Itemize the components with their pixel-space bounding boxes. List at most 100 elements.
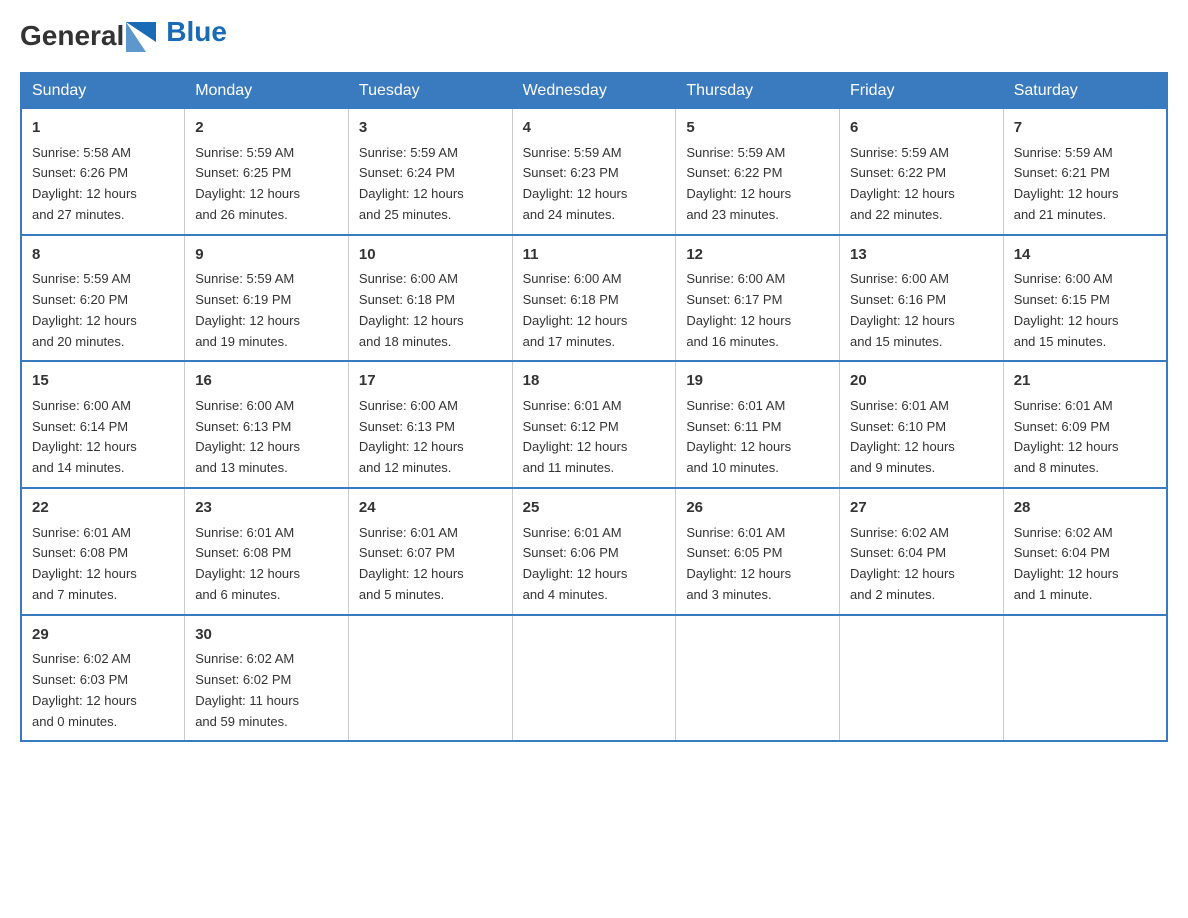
day-number: 5	[686, 117, 829, 140]
day-number: 29	[32, 624, 174, 647]
day-info: Sunrise: 6:01 AMSunset: 6:11 PMDaylight:…	[686, 398, 791, 475]
day-info: Sunrise: 6:00 AMSunset: 6:18 PMDaylight:…	[523, 271, 628, 348]
day-info: Sunrise: 6:01 AMSunset: 6:08 PMDaylight:…	[195, 525, 300, 602]
day-number: 8	[32, 244, 174, 267]
day-number: 2	[195, 117, 338, 140]
day-number: 14	[1014, 244, 1156, 267]
day-number: 22	[32, 497, 174, 520]
calendar-day-24: 24 Sunrise: 6:01 AMSunset: 6:07 PMDaylig…	[348, 488, 512, 615]
day-info: Sunrise: 6:02 AMSunset: 6:04 PMDaylight:…	[1014, 525, 1119, 602]
weekday-header-monday: Monday	[185, 73, 349, 109]
calendar-week-1: 1 Sunrise: 5:58 AMSunset: 6:26 PMDayligh…	[21, 109, 1167, 235]
day-info: Sunrise: 5:59 AMSunset: 6:22 PMDaylight:…	[850, 145, 955, 222]
calendar-day-15: 15 Sunrise: 6:00 AMSunset: 6:14 PMDaylig…	[21, 361, 185, 488]
day-info: Sunrise: 6:01 AMSunset: 6:06 PMDaylight:…	[523, 525, 628, 602]
day-info: Sunrise: 6:01 AMSunset: 6:09 PMDaylight:…	[1014, 398, 1119, 475]
calendar-day-27: 27 Sunrise: 6:02 AMSunset: 6:04 PMDaylig…	[840, 488, 1004, 615]
day-number: 13	[850, 244, 993, 267]
day-number: 25	[523, 497, 666, 520]
day-number: 21	[1014, 370, 1156, 393]
calendar-empty	[676, 615, 840, 742]
day-number: 26	[686, 497, 829, 520]
day-info: Sunrise: 5:59 AMSunset: 6:22 PMDaylight:…	[686, 145, 791, 222]
calendar-day-28: 28 Sunrise: 6:02 AMSunset: 6:04 PMDaylig…	[1003, 488, 1167, 615]
day-number: 4	[523, 117, 666, 140]
calendar-day-5: 5 Sunrise: 5:59 AMSunset: 6:22 PMDayligh…	[676, 109, 840, 235]
calendar-day-22: 22 Sunrise: 6:01 AMSunset: 6:08 PMDaylig…	[21, 488, 185, 615]
weekday-header-sunday: Sunday	[21, 73, 185, 109]
day-info: Sunrise: 5:59 AMSunset: 6:23 PMDaylight:…	[523, 145, 628, 222]
day-number: 6	[850, 117, 993, 140]
calendar-day-25: 25 Sunrise: 6:01 AMSunset: 6:06 PMDaylig…	[512, 488, 676, 615]
logo-text: General	[20, 20, 124, 52]
calendar-week-4: 22 Sunrise: 6:01 AMSunset: 6:08 PMDaylig…	[21, 488, 1167, 615]
day-number: 17	[359, 370, 502, 393]
calendar-day-2: 2 Sunrise: 5:59 AMSunset: 6:25 PMDayligh…	[185, 109, 349, 235]
day-info: Sunrise: 6:01 AMSunset: 6:08 PMDaylight:…	[32, 525, 137, 602]
day-number: 1	[32, 117, 174, 140]
calendar-day-17: 17 Sunrise: 6:00 AMSunset: 6:13 PMDaylig…	[348, 361, 512, 488]
weekday-header-friday: Friday	[840, 73, 1004, 109]
day-number: 7	[1014, 117, 1156, 140]
calendar-day-9: 9 Sunrise: 5:59 AMSunset: 6:19 PMDayligh…	[185, 235, 349, 362]
calendar-week-5: 29 Sunrise: 6:02 AMSunset: 6:03 PMDaylig…	[21, 615, 1167, 742]
calendar-day-30: 30 Sunrise: 6:02 AMSunset: 6:02 PMDaylig…	[185, 615, 349, 742]
day-info: Sunrise: 6:02 AMSunset: 6:02 PMDaylight:…	[195, 651, 299, 728]
weekday-header-tuesday: Tuesday	[348, 73, 512, 109]
calendar-week-2: 8 Sunrise: 5:59 AMSunset: 6:20 PMDayligh…	[21, 235, 1167, 362]
calendar-day-26: 26 Sunrise: 6:01 AMSunset: 6:05 PMDaylig…	[676, 488, 840, 615]
calendar-table: SundayMondayTuesdayWednesdayThursdayFrid…	[20, 72, 1168, 742]
calendar-empty	[512, 615, 676, 742]
day-number: 18	[523, 370, 666, 393]
weekday-header-saturday: Saturday	[1003, 73, 1167, 109]
day-info: Sunrise: 6:00 AMSunset: 6:14 PMDaylight:…	[32, 398, 137, 475]
day-info: Sunrise: 6:02 AMSunset: 6:03 PMDaylight:…	[32, 651, 137, 728]
calendar-week-3: 15 Sunrise: 6:00 AMSunset: 6:14 PMDaylig…	[21, 361, 1167, 488]
calendar-empty	[348, 615, 512, 742]
day-info: Sunrise: 6:02 AMSunset: 6:04 PMDaylight:…	[850, 525, 955, 602]
day-number: 11	[523, 244, 666, 267]
day-info: Sunrise: 5:59 AMSunset: 6:24 PMDaylight:…	[359, 145, 464, 222]
day-info: Sunrise: 6:01 AMSunset: 6:05 PMDaylight:…	[686, 525, 791, 602]
calendar-day-13: 13 Sunrise: 6:00 AMSunset: 6:16 PMDaylig…	[840, 235, 1004, 362]
logo-icon	[126, 22, 156, 52]
calendar-day-23: 23 Sunrise: 6:01 AMSunset: 6:08 PMDaylig…	[185, 488, 349, 615]
day-info: Sunrise: 5:59 AMSunset: 6:19 PMDaylight:…	[195, 271, 300, 348]
day-number: 28	[1014, 497, 1156, 520]
calendar-day-4: 4 Sunrise: 5:59 AMSunset: 6:23 PMDayligh…	[512, 109, 676, 235]
calendar-day-12: 12 Sunrise: 6:00 AMSunset: 6:17 PMDaylig…	[676, 235, 840, 362]
day-number: 30	[195, 624, 338, 647]
day-number: 10	[359, 244, 502, 267]
day-info: Sunrise: 6:00 AMSunset: 6:18 PMDaylight:…	[359, 271, 464, 348]
day-info: Sunrise: 6:01 AMSunset: 6:12 PMDaylight:…	[523, 398, 628, 475]
calendar-day-6: 6 Sunrise: 5:59 AMSunset: 6:22 PMDayligh…	[840, 109, 1004, 235]
day-number: 16	[195, 370, 338, 393]
day-info: Sunrise: 5:59 AMSunset: 6:25 PMDaylight:…	[195, 145, 300, 222]
day-info: Sunrise: 5:59 AMSunset: 6:21 PMDaylight:…	[1014, 145, 1119, 222]
calendar-day-19: 19 Sunrise: 6:01 AMSunset: 6:11 PMDaylig…	[676, 361, 840, 488]
day-info: Sunrise: 6:00 AMSunset: 6:16 PMDaylight:…	[850, 271, 955, 348]
calendar-day-8: 8 Sunrise: 5:59 AMSunset: 6:20 PMDayligh…	[21, 235, 185, 362]
calendar-day-14: 14 Sunrise: 6:00 AMSunset: 6:15 PMDaylig…	[1003, 235, 1167, 362]
calendar-day-10: 10 Sunrise: 6:00 AMSunset: 6:18 PMDaylig…	[348, 235, 512, 362]
day-info: Sunrise: 6:01 AMSunset: 6:10 PMDaylight:…	[850, 398, 955, 475]
day-number: 19	[686, 370, 829, 393]
logo: General Blue	[20, 20, 227, 52]
day-number: 15	[32, 370, 174, 393]
day-number: 27	[850, 497, 993, 520]
day-info: Sunrise: 6:01 AMSunset: 6:07 PMDaylight:…	[359, 525, 464, 602]
calendar-day-7: 7 Sunrise: 5:59 AMSunset: 6:21 PMDayligh…	[1003, 109, 1167, 235]
day-info: Sunrise: 5:59 AMSunset: 6:20 PMDaylight:…	[32, 271, 137, 348]
day-info: Sunrise: 6:00 AMSunset: 6:13 PMDaylight:…	[195, 398, 300, 475]
day-number: 24	[359, 497, 502, 520]
day-number: 20	[850, 370, 993, 393]
logo-blue-text: Blue	[166, 16, 227, 48]
page-header: General Blue	[20, 20, 1168, 52]
calendar-day-11: 11 Sunrise: 6:00 AMSunset: 6:18 PMDaylig…	[512, 235, 676, 362]
day-number: 23	[195, 497, 338, 520]
calendar-day-1: 1 Sunrise: 5:58 AMSunset: 6:26 PMDayligh…	[21, 109, 185, 235]
day-info: Sunrise: 6:00 AMSunset: 6:13 PMDaylight:…	[359, 398, 464, 475]
calendar-day-18: 18 Sunrise: 6:01 AMSunset: 6:12 PMDaylig…	[512, 361, 676, 488]
weekday-header-wednesday: Wednesday	[512, 73, 676, 109]
calendar-day-16: 16 Sunrise: 6:00 AMSunset: 6:13 PMDaylig…	[185, 361, 349, 488]
